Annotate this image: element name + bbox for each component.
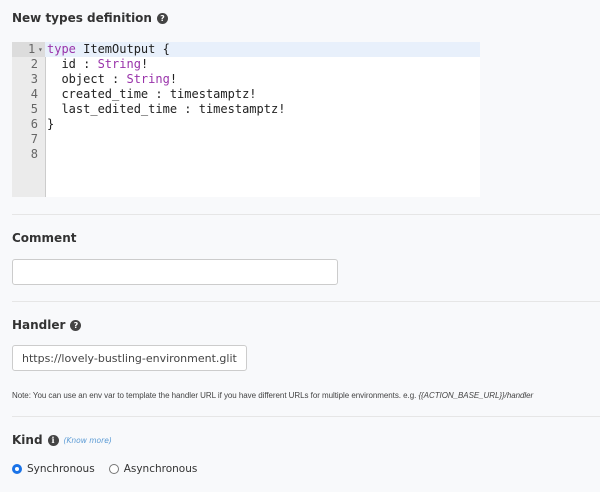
comment-input[interactable] [12,259,338,285]
code-token: } [47,117,55,131]
code-keyword: type [47,42,76,56]
code-line[interactable]: 3 object : String! [12,72,480,87]
handler-label: Handler ? [12,318,82,332]
comment-label: Comment [12,231,76,245]
code-keyword: String [97,57,141,71]
code-text: created_time : timestamptz! [47,87,257,102]
code-line[interactable]: 5 last_edited_time : timestamptz! [12,102,480,117]
code-line[interactable]: 1 ▾ type ItemOutput { [12,42,480,57]
fold-arrow-icon[interactable]: ▾ [38,42,43,57]
code-token: ! [140,57,149,71]
code-token: created_time : timestamptz! [47,87,257,101]
code-token: last_edited_time : timestamptz! [47,102,286,116]
line-number: 3 [30,72,38,86]
code-line[interactable]: 6} [12,117,480,132]
code-text: object : String! [47,72,177,87]
info-circle-icon[interactable]: i [47,434,59,446]
code-line[interactable]: 8 [12,147,480,162]
code-token: object : [47,72,127,86]
code-line[interactable]: 7 [12,132,480,147]
types-definition-label: New types definition ? [12,11,168,25]
kind-radio-group: Synchronous Asynchronous [12,463,197,475]
kind-label-text: Kind [12,433,43,447]
line-number: 2 [30,57,38,71]
divider [12,301,600,302]
comment-label-text: Comment [12,231,77,245]
code-token: ! [169,72,178,86]
radio-label: Asynchronous [123,463,198,475]
handler-note: Note: You can use an env var to template… [12,390,592,401]
radio-circle[interactable] [108,464,119,474]
handler-url-input[interactable] [12,345,247,371]
line-number: 6 [30,117,38,131]
line-number: 8 [30,147,38,161]
types-definition-label-text: New types definition [12,11,152,25]
code-token: id : [47,57,98,71]
line-number: 5 [30,102,38,116]
handler-note-example: {{ACTION_BASE_URL}}/handler [418,391,534,400]
radio-circle-selected[interactable] [12,464,22,474]
code-line[interactable]: 4 created_time : timestamptz! [12,87,480,102]
code-keyword: String [126,72,170,86]
line-number: 7 [30,132,38,146]
kind-label: Kind i (Know more) [12,433,112,447]
divider [12,416,600,417]
code-text: } [47,117,54,132]
code-text: last_edited_time : timestamptz! [47,102,285,117]
know-more-link[interactable]: (Know more) [64,436,112,445]
code-text: type ItemOutput { [47,42,170,57]
types-code-editor[interactable]: 1 ▾ type ItemOutput {2 id : String! 3 objec… [12,42,480,197]
line-number: 4 [30,87,38,101]
question-circle-icon[interactable]: ? [156,12,168,24]
code-line[interactable]: 2 id : String! [12,57,480,72]
code-text: id : String! [47,57,148,72]
radio-asynchronous[interactable]: Asynchronous [108,463,198,475]
handler-label-text: Handler [12,318,66,332]
radio-label: Synchronous [27,463,95,475]
code-token: ItemOutput { [75,42,170,56]
handler-note-text: Note: You can use an env var to template… [12,391,419,400]
divider [12,214,600,215]
question-circle-icon[interactable]: ? [70,319,82,331]
radio-synchronous[interactable]: Synchronous [12,463,95,475]
